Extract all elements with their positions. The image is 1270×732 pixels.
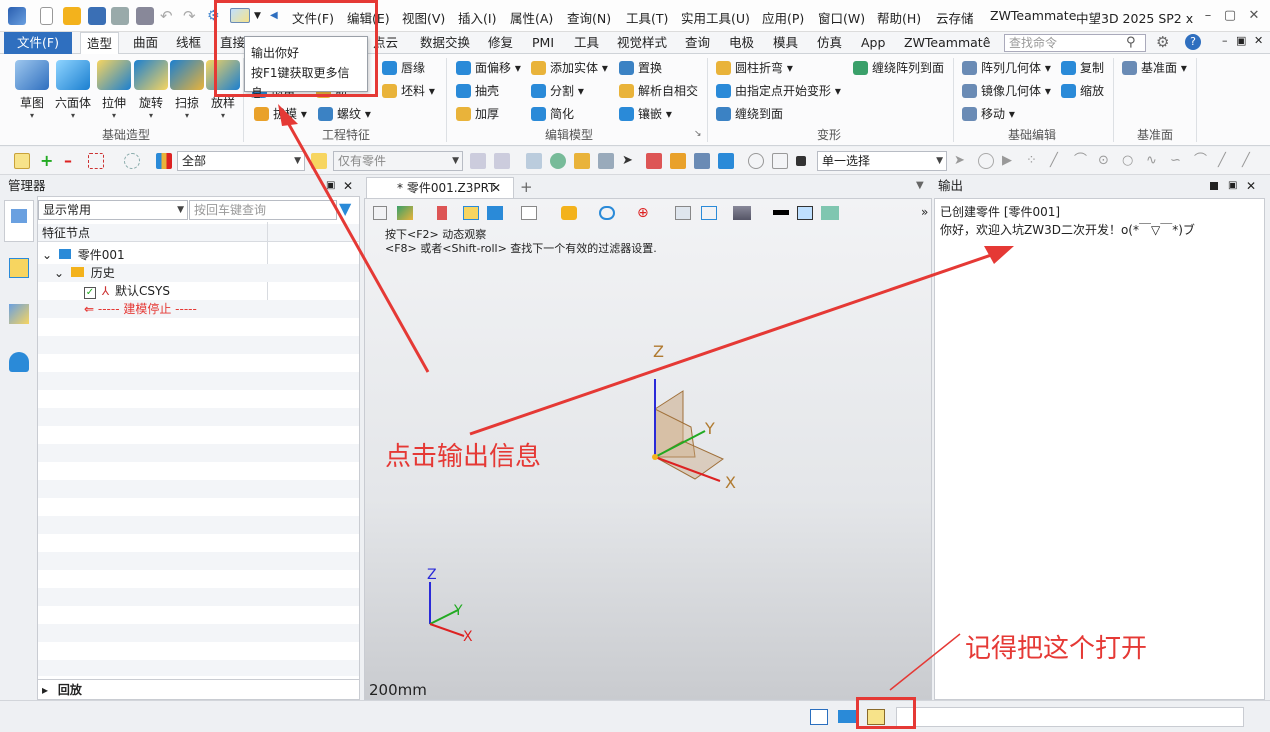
annotation-remember-open: 记得把这个打开 [965,634,1148,664]
annotation-click-output: 点击输出信息 [385,442,542,472]
annotation-arrows [278,104,1014,691]
